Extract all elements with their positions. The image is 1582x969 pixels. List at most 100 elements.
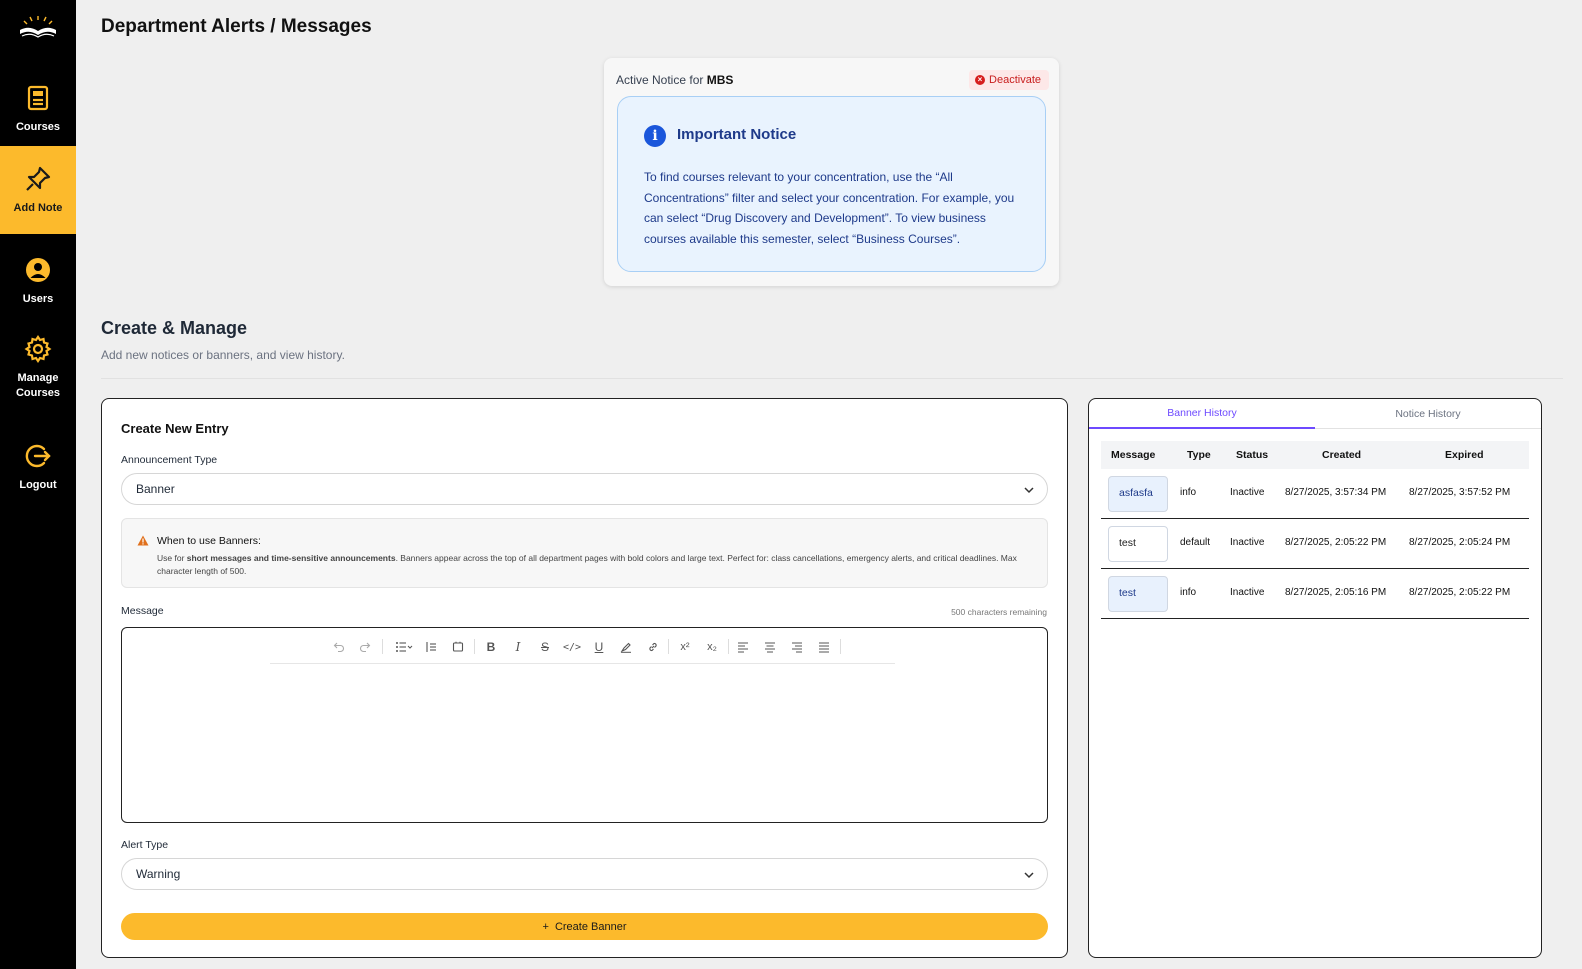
type-cell: info: [1180, 587, 1197, 598]
type-cell: default: [1180, 537, 1211, 548]
align-justify-icon[interactable]: [813, 637, 835, 657]
table-header: Message Type Status Created Expired: [1101, 441, 1529, 469]
subscript-icon[interactable]: x₂: [701, 637, 723, 657]
announcement-type-label: Announcement Type: [121, 454, 218, 466]
sidebar-item-label: Courses: [15, 120, 61, 133]
plus-icon: +: [542, 920, 549, 933]
sidebar-item-users[interactable]: Users: [0, 244, 76, 318]
column-header: Type: [1187, 449, 1211, 461]
active-notice-department: MBS: [706, 73, 734, 87]
message-label: Message: [121, 605, 164, 617]
sidebar: Courses Add Note Users Manage Courses Lo…: [0, 0, 76, 969]
alert-type-select[interactable]: Warning: [121, 858, 1048, 890]
sidebar-item-courses[interactable]: Courses: [0, 72, 76, 146]
align-center-icon[interactable]: [759, 637, 781, 657]
align-right-icon[interactable]: [786, 637, 808, 657]
status-cell: Inactive: [1230, 537, 1265, 548]
logout-icon: [25, 444, 51, 467]
status-cell: Inactive: [1230, 487, 1265, 498]
notice-preview: i Important Notice To find courses relev…: [617, 96, 1046, 272]
notice-body: To find courses relevant to your concent…: [644, 170, 1015, 246]
gear-icon: [24, 335, 52, 363]
sidebar-item-manage-courses[interactable]: Manage Courses: [0, 328, 76, 408]
type-cell: info: [1180, 487, 1197, 498]
banner-usage-hint: When to use Banners: Use for short messa…: [121, 518, 1048, 588]
close-circle-icon: ×: [975, 75, 986, 85]
highlight-icon[interactable]: [615, 637, 637, 657]
hint-prefix: Use for: [157, 553, 187, 563]
column-header: Message: [1111, 449, 1156, 461]
expired-cell: 8/27/2025, 2:05:22 PM: [1409, 587, 1511, 598]
alert-type-label: Alert Type: [121, 839, 169, 851]
undo-icon[interactable]: [328, 637, 350, 657]
chevron-down-icon: [1024, 487, 1034, 494]
redo-icon[interactable]: [354, 637, 376, 657]
underline-icon[interactable]: U: [588, 637, 610, 657]
sidebar-item-label: Add Note: [13, 201, 63, 214]
history-card: Banner History Notice History Message Ty…: [1088, 398, 1542, 958]
column-header: Status: [1236, 449, 1269, 461]
courses-icon: [27, 85, 49, 110]
characters-remaining: 500 characters remaining: [951, 607, 1047, 617]
sidebar-item-label: Logout: [19, 478, 57, 491]
expired-cell: 8/27/2025, 3:57:52 PM: [1409, 487, 1511, 498]
table-row[interactable]: asfasfa info Inactive 8/27/2025, 3:57:34…: [1101, 469, 1529, 519]
history-tabs: Banner History Notice History: [1089, 399, 1541, 429]
column-header: Expired: [1445, 449, 1484, 461]
announcement-type-select[interactable]: Banner: [121, 473, 1048, 505]
message-cell: asfasfa: [1108, 476, 1168, 512]
message-cell: test: [1108, 576, 1168, 612]
deactivate-button[interactable]: × Deactivate: [969, 70, 1049, 90]
divider: [101, 378, 1563, 379]
section-subtitle: Add new notices or banners, and view his…: [101, 348, 345, 362]
tab-notice-history[interactable]: Notice History: [1315, 399, 1541, 429]
hint-emphasis: short messages and time-sensitive announ…: [186, 553, 396, 563]
editor-toolbar: B I S </> U x² x₂: [270, 634, 895, 664]
created-cell: 8/27/2025, 2:05:16 PM: [1285, 587, 1387, 598]
alert-type-value: Warning: [136, 867, 181, 881]
code-icon[interactable]: </>: [561, 637, 583, 657]
active-notice-prefix: Active Notice for: [616, 73, 707, 87]
info-icon: i: [644, 125, 666, 147]
sidebar-item-label: Users: [22, 292, 54, 305]
expired-cell: 8/27/2025, 2:05:24 PM: [1409, 537, 1511, 548]
sidebar-item-add-note[interactable]: Add Note: [0, 146, 76, 234]
create-entry-title: Create New Entry: [121, 421, 229, 436]
announcement-type-value: Banner: [136, 482, 175, 496]
create-banner-button[interactable]: + Create Banner: [121, 913, 1048, 940]
active-notice-header: Active Notice for MBS: [616, 73, 733, 87]
hint-title: When to use Banners:: [157, 535, 261, 547]
user-icon: [26, 257, 50, 282]
hint-description: Use for short messages and time-sensitiv…: [157, 552, 1037, 578]
page-title: Department Alerts / Messages: [101, 16, 372, 37]
strikethrough-icon[interactable]: S: [534, 637, 556, 657]
bold-icon[interactable]: B: [480, 637, 502, 657]
status-cell: Inactive: [1230, 587, 1265, 598]
table-row[interactable]: test default Inactive 8/27/2025, 2:05:22…: [1101, 519, 1529, 569]
sidebar-item-logout[interactable]: Logout: [0, 430, 76, 504]
sidebar-item-label: Manage Courses: [15, 372, 61, 399]
active-notice-card: Active Notice for MBS × Deactivate i Imp…: [604, 58, 1059, 286]
logo-icon: [20, 16, 56, 38]
superscript-icon[interactable]: x²: [674, 637, 696, 657]
created-cell: 8/27/2025, 3:57:34 PM: [1285, 487, 1387, 498]
deactivate-label: Deactivate: [989, 74, 1041, 86]
create-banner-label: Create Banner: [554, 920, 627, 933]
italic-icon[interactable]: I: [507, 637, 529, 657]
column-header: Created: [1322, 449, 1362, 461]
section-title: Create & Manage: [101, 318, 248, 338]
created-cell: 8/27/2025, 2:05:22 PM: [1285, 537, 1387, 548]
message-editor[interactable]: B I S </> U x² x₂: [121, 627, 1048, 823]
create-entry-card: Create New Entry Announcement Type Banne…: [101, 398, 1068, 958]
ordered-list-icon[interactable]: [420, 637, 442, 657]
message-cell: test: [1108, 526, 1168, 562]
align-left-icon[interactable]: [732, 637, 754, 657]
notice-title: Important Notice: [677, 126, 797, 143]
link-icon[interactable]: [642, 637, 664, 657]
blockquote-icon[interactable]: [447, 637, 469, 657]
tab-banner-history[interactable]: Banner History: [1089, 399, 1315, 429]
warning-icon: [137, 535, 149, 546]
chevron-down-icon: [1024, 872, 1034, 879]
table-row[interactable]: test info Inactive 8/27/2025, 2:05:16 PM…: [1101, 569, 1529, 619]
bullet-list-icon[interactable]: [390, 637, 418, 657]
